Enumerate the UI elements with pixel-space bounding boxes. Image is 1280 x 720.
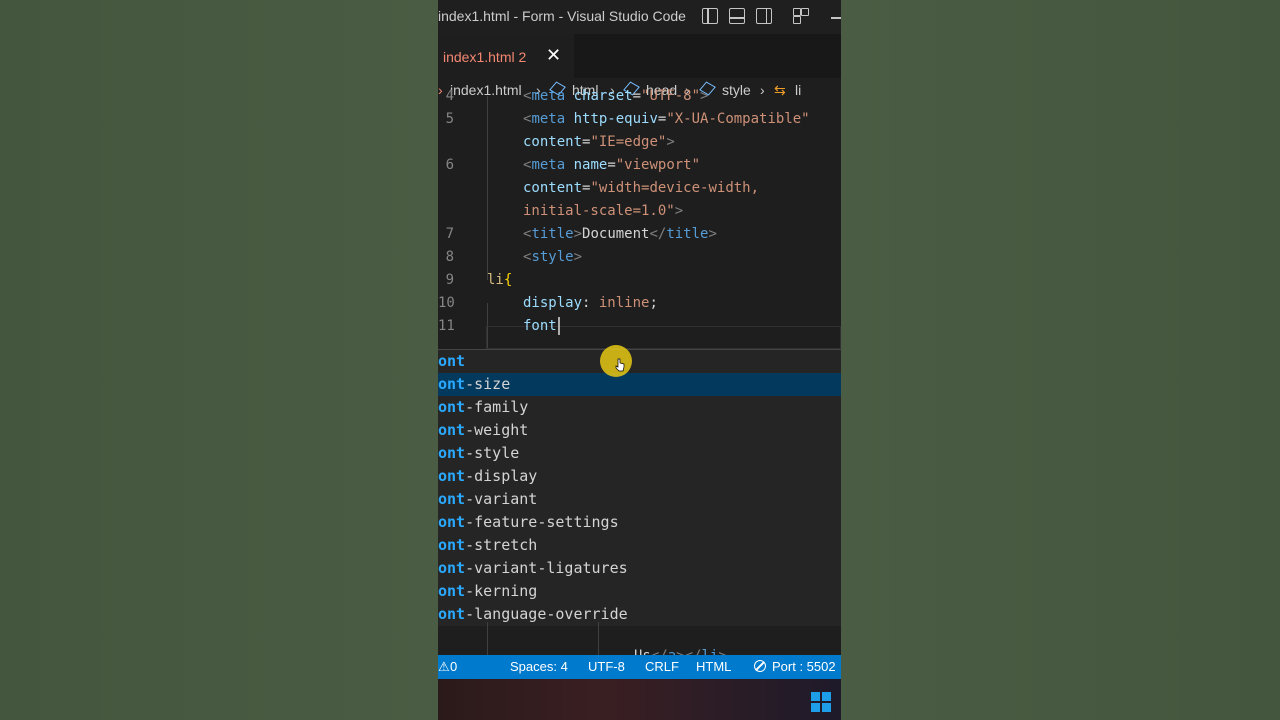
code-text: content="width=device-width, [523, 180, 760, 196]
suggestion-item[interactable]: ont [438, 350, 841, 373]
code-text: <title>Document</title> [523, 226, 717, 242]
line-number: 8 [445, 249, 454, 265]
line-number: 6 [445, 157, 454, 173]
code-editor-below: Us</a></li> [438, 622, 841, 664]
port-icon [754, 660, 766, 672]
tab-index1-html[interactable]: index1.html 2 ✕ [438, 34, 574, 79]
suggestion-item[interactable]: ont-size [438, 373, 841, 396]
code-text: <meta name="viewport" [523, 157, 701, 173]
window-title: index1.html - Form - Visual Studio Code [438, 8, 686, 24]
language-status[interactable]: HTML [696, 659, 731, 674]
suggestion-item[interactable]: ont-style [438, 442, 841, 465]
toggle-secondary-sidebar-icon[interactable] [756, 8, 772, 24]
tab-bar: index1.html 2 ✕ [438, 34, 841, 79]
code-text: li{ [487, 272, 513, 288]
problem-count: 2 [518, 49, 527, 65]
code-text: font [523, 315, 560, 338]
code-text: <meta charset="UTF-8"> [523, 88, 709, 104]
toggle-primary-sidebar-icon[interactable] [702, 8, 718, 24]
suggestion-item[interactable]: ont-family [438, 396, 841, 419]
customize-layout-icon[interactable] [793, 8, 809, 24]
code-text: content="IE=edge"> [523, 134, 675, 150]
line-number: 5 [445, 111, 454, 127]
code-text: initial-scale=1.0"> [523, 203, 684, 219]
indent-guide [487, 96, 488, 280]
code-text: <style> [523, 249, 583, 265]
minimize-icon[interactable] [831, 17, 841, 19]
line-number: 11 [438, 318, 455, 334]
video-background-left [0, 0, 438, 720]
mouse-pointer-icon [615, 358, 625, 372]
indent-guide [598, 622, 599, 655]
suggestion-item[interactable]: ont-feature-settings [438, 511, 841, 534]
windows-start-icon[interactable] [811, 692, 831, 712]
suggestion-widget[interactable]: ont ont-size ont-family ont-weight ont-style… [438, 349, 841, 626]
warning-count[interactable]: 0 [450, 659, 457, 674]
suggestion-item[interactable]: ont-kerning [438, 580, 841, 603]
suggestion-item[interactable]: ont-variant [438, 488, 841, 511]
vscode-window: index1.html - Form - Visual Studio Code … [438, 0, 841, 720]
title-bar: index1.html - Form - Visual Studio Code [438, 0, 841, 34]
suggestion-item[interactable]: ont-variant-ligatures [438, 557, 841, 580]
indentation-status[interactable]: Spaces: 4 [510, 659, 568, 674]
encoding-status[interactable]: UTF-8 [588, 659, 625, 674]
code-text: <meta http-equiv="X-UA-Compatible" [523, 111, 810, 127]
line-number: 10 [438, 295, 455, 311]
suggestion-item[interactable]: ont-stretch [438, 534, 841, 557]
line-number: 7 [445, 226, 454, 242]
close-icon[interactable]: ✕ [546, 45, 561, 66]
toggle-panel-icon[interactable] [729, 8, 745, 24]
code-text: display: inline; [523, 295, 658, 311]
video-background-right [841, 0, 1280, 720]
tab-label: index1.html 2 [443, 49, 527, 65]
live-server-port[interactable]: Port : 5502 [772, 659, 836, 674]
line-number: 9 [445, 272, 454, 288]
suggestion-item[interactable]: ont-display [438, 465, 841, 488]
text-caret [557, 317, 560, 335]
eol-status[interactable]: CRLF [645, 659, 679, 674]
line-number: 4 [445, 88, 454, 104]
code-line: Us</a></li> [438, 622, 727, 664]
warning-icon[interactable]: ⚠ [438, 659, 450, 675]
suggestion-item[interactable]: ont-weight [438, 419, 841, 442]
taskbar [438, 679, 841, 720]
status-bar: ⚠ 0 Spaces: 4 UTF-8 CRLF HTML Port : 550… [438, 655, 841, 679]
